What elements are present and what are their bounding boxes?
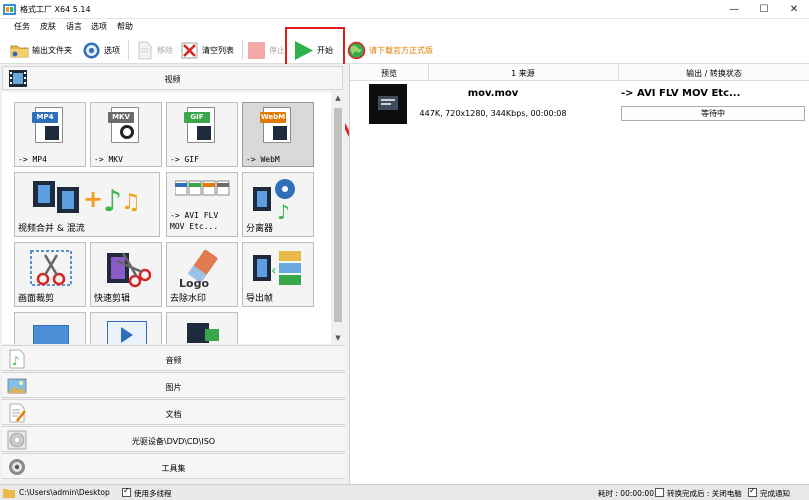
eraser-icon: Logo — [179, 249, 218, 290]
tile-label-line2: MOV Etc... — [170, 222, 219, 231]
multithread-label: 使用多线程 — [134, 489, 172, 498]
menu-help[interactable]: 帮助 — [117, 21, 133, 32]
output-folder-button[interactable]: 输出文件夹 — [10, 39, 72, 61]
folder-icon — [10, 45, 29, 57]
notify-label: 完成通知 — [760, 489, 790, 498]
options-button[interactable]: 选项 — [82, 39, 120, 61]
close-button[interactable]: ✕ — [779, 0, 809, 19]
source-file-name: mov.mov — [467, 88, 519, 99]
clear-list-button[interactable]: 清空列表 — [180, 39, 234, 61]
after-done-label: 转换完成后 : 关闭电脑 — [667, 489, 742, 498]
conversion-status: 等待中 — [621, 106, 805, 121]
stop-icon — [248, 41, 265, 59]
export-frames-icon: ‹ — [253, 251, 301, 285]
tile-to-webm[interactable]: WebM -> WebM — [242, 102, 314, 167]
app-window: 格式工厂 X64 5.14 — ☐ ✕ 任务 皮肤 语言 选项 帮助 输出文件夹 — [0, 0, 809, 500]
column-output-status[interactable]: 输出 / 转换状态 — [618, 68, 809, 79]
category-document[interactable]: 文档 — [2, 399, 345, 425]
task-list: 预览 1 来源 输出 / 转换状态 mov.mov 447K, 720x1280… — [349, 64, 809, 484]
remove-button[interactable]: 移除 — [135, 39, 173, 61]
start-highlight-box — [285, 27, 345, 67]
tile-video-merge-mux[interactable]: + ♪ ♫ 视频合并 & 混流 — [14, 172, 160, 237]
tile-to-mkv[interactable]: MKV -> MKV — [90, 102, 162, 167]
category-toolset[interactable]: 工具集 — [2, 453, 345, 479]
folder-icon — [3, 489, 15, 498]
toolbar-separator — [242, 40, 243, 60]
globe-icon — [347, 41, 366, 59]
column-source[interactable]: 1 来源 — [428, 68, 618, 79]
stop-button[interactable]: 停止 — [247, 39, 285, 61]
menu-task[interactable]: 任务 — [14, 21, 30, 32]
splitter-icon: ♪ — [253, 179, 295, 221]
task-row[interactable]: mov.mov 447K, 720x1280, 344Kbps, 00:00:0… — [350, 81, 809, 127]
scroll-up-arrow-icon[interactable]: ▲ — [331, 92, 345, 104]
tile-label-line1: -> AVI FLV — [170, 211, 219, 220]
document-icon — [138, 41, 152, 59]
toolbar-separator — [128, 40, 129, 60]
minimize-button[interactable]: — — [719, 0, 749, 19]
maximize-button[interactable]: ☐ — [749, 0, 779, 19]
tile-partial[interactable] — [90, 312, 162, 344]
status-bar: C:\Users\admin\Desktop 使用多线程 耗时 : 00:00:… — [0, 484, 809, 500]
tile-export-frames[interactable]: ‹ 导出帧 — [242, 242, 314, 307]
svg-text:‹: ‹ — [271, 263, 277, 279]
function-panel: 视频 MP4 -> MP4 MKV -> MKV GIF -> GIF WebM… — [0, 64, 345, 484]
tile-partial[interactable] — [166, 312, 238, 344]
notify-checkbox[interactable] — [748, 486, 757, 497]
quick-clip-icon — [107, 252, 151, 288]
task-list-header: 预览 1 来源 输出 / 转换状态 — [350, 64, 809, 81]
category-video-header[interactable]: 视频 — [2, 66, 343, 90]
tile-to-mp4[interactable]: MP4 -> MP4 — [14, 102, 86, 167]
title-bar: 格式工厂 X64 5.14 — ☐ ✕ — [0, 0, 809, 19]
output-path[interactable]: C:\Users\admin\Desktop — [19, 488, 110, 497]
crop-scissors-icon — [30, 250, 72, 286]
tile-quick-clip[interactable]: 快速剪辑 — [90, 242, 162, 307]
tile-crop[interactable]: 画面裁剪 — [14, 242, 86, 307]
menu-options[interactable]: 选项 — [91, 21, 107, 32]
svg-text:♪: ♪ — [277, 200, 290, 221]
source-file-info: 447K, 720x1280, 344Kbps, 00:00:08 — [419, 109, 567, 118]
tile-partial[interactable] — [14, 312, 86, 344]
scroll-down-arrow-icon[interactable]: ▼ — [331, 332, 345, 344]
tile-remove-watermark[interactable]: Logo 去除水印 — [166, 242, 238, 307]
after-done-checkbox[interactable] — [655, 488, 664, 497]
column-preview[interactable]: 预览 — [350, 68, 428, 79]
svg-text:♫: ♫ — [121, 190, 141, 215]
category-image[interactable]: 图片 — [2, 372, 345, 398]
toolbar: 输出文件夹 选项 移除 清空列表 停止 开始 请下载官方正式版 — [0, 34, 809, 64]
menu-bar: 任务 皮肤 语言 选项 帮助 — [0, 19, 809, 34]
multi-format-icon — [175, 180, 230, 196]
window-title: 格式工厂 X64 5.14 — [20, 5, 91, 14]
tile-splitter[interactable]: ♪ 分离器 — [242, 172, 314, 237]
merge-film-music-icon: + ♪ ♫ — [33, 181, 141, 219]
tile-to-avi-flv-mov[interactable]: -> AVI FLV MOV Etc... — [166, 172, 238, 237]
menu-skin[interactable]: 皮肤 — [40, 21, 56, 32]
svg-text:♪: ♪ — [103, 184, 122, 219]
logo-text: Logo — [179, 277, 209, 290]
svg-text:+: + — [83, 185, 103, 213]
clear-list-icon — [181, 42, 198, 58]
output-format: -> AVI FLV MOV Etc... — [621, 88, 741, 99]
format-factory-icon — [3, 4, 16, 15]
elapsed-time: 耗时 : 00:00:00 — [598, 489, 654, 498]
category-audio[interactable]: ♪ 音频 — [2, 345, 345, 371]
grid-scrollbar[interactable]: ▲ ▼ — [331, 92, 345, 344]
multithread-checkbox[interactable] — [122, 486, 131, 497]
menu-language[interactable]: 语言 — [66, 21, 82, 32]
tile-to-gif[interactable]: GIF -> GIF — [166, 102, 238, 167]
category-optical-disc[interactable]: 光驱设备\DVD\CD\ISO — [2, 426, 345, 452]
video-function-grid: MP4 -> MP4 MKV -> MKV GIF -> GIF WebM ->… — [2, 92, 331, 344]
scrollbar-thumb[interactable] — [334, 108, 342, 322]
gear-icon — [83, 42, 100, 58]
download-official-link[interactable]: 请下载官方正式版 — [347, 39, 433, 61]
